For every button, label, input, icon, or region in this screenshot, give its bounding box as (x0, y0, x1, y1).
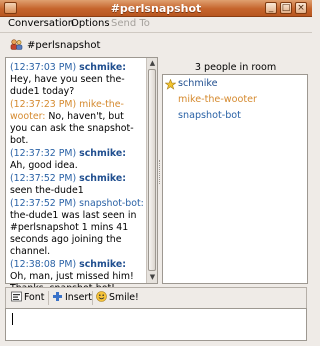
message-nick[interactable]: schmike: (79, 173, 126, 184)
menu-options[interactable]: Options (71, 18, 110, 29)
user-name: schmike (178, 78, 218, 89)
toolbar-separator (92, 291, 93, 305)
chat-message: (12:37:52 PM) schmike: seen the-dude1 (10, 173, 144, 197)
smile-button[interactable]: Smile! (96, 291, 139, 306)
message-text: the-dude1 was last seen in #perlsnapshot… (10, 210, 137, 257)
message-log: (12:37:03 PM) schmike: Hey, have you see… (10, 62, 144, 296)
user-list-item[interactable]: schmike (163, 78, 303, 91)
people-count-label: 3 people in room (194, 62, 277, 73)
message-text: Ah, good idea. (10, 160, 78, 171)
message-nick[interactable]: schmike: (79, 148, 126, 159)
message-nick[interactable]: schmike: (79, 62, 126, 73)
message-nick[interactable]: schmike: (79, 259, 126, 270)
scroll-up-icon[interactable]: ▲ (148, 59, 157, 68)
op-star-icon (165, 79, 176, 90)
chat-message: (12:37:03 PM) schmike: Hey, have you see… (10, 62, 144, 98)
insert-button-label: Insert (65, 292, 92, 303)
room-title: #perlsnapshot (27, 40, 101, 51)
user-name: snapshot-bot (178, 110, 241, 121)
plus-icon (53, 292, 62, 301)
menu-send-to: Send To (111, 18, 150, 29)
chat-message: (12:37:52 PM) snapshot-bot: the-dude1 wa… (10, 198, 144, 258)
insert-button[interactable]: Insert (52, 291, 92, 306)
conversation-view[interactable]: (12:37:03 PM) schmike: Hey, have you see… (5, 57, 158, 294)
font-icon (11, 291, 22, 302)
user-list-item[interactable]: mike-the-wooter (163, 94, 303, 107)
message-input[interactable] (6, 309, 306, 340)
message-timestamp: (12:37:23 PM) (10, 99, 77, 110)
smiley-icon (96, 291, 107, 302)
font-button[interactable]: Font (11, 291, 44, 306)
close-button[interactable]: × (295, 2, 307, 14)
format-toolbar: Font Insert Smile! (5, 287, 307, 308)
message-timestamp: (12:37:52 PM) (10, 173, 77, 184)
minimize-button[interactable]: _ (265, 2, 277, 14)
scroll-down-icon[interactable]: ▼ (148, 273, 157, 282)
message-timestamp: (12:37:52 PM) (10, 198, 77, 209)
menu-separator (0, 32, 312, 33)
pane-resize-handle[interactable] (159, 160, 161, 184)
font-button-label: Font (24, 292, 45, 303)
message-text: Hey, have you seen the-dude1 today? (10, 74, 125, 97)
menu-bar: Conversation Options Send To (0, 17, 312, 32)
user-name: mike-the-wooter (178, 94, 257, 105)
menu-conversation[interactable]: Conversation (8, 18, 74, 29)
text-caret (12, 313, 13, 325)
toolbar-separator (48, 291, 49, 305)
message-timestamp: (12:38:08 PM) (10, 259, 77, 270)
message-timestamp: (12:37:32 PM) (10, 148, 77, 159)
maximize-button[interactable]: □ (280, 2, 292, 14)
chat-room-icon (10, 39, 23, 50)
title-bar[interactable]: #perlsnapshot _ □ × (0, 0, 312, 17)
smile-button-label: Smile! (109, 292, 139, 303)
user-list[interactable]: schmike mike-the-wooter snapshot-bot (162, 74, 308, 284)
chat-message: (12:37:32 PM) schmike: Ah, good idea. (10, 148, 144, 172)
conversation-scrollbar[interactable]: ▲ ▼ (146, 58, 157, 283)
message-timestamp: (12:37:03 PM) (10, 62, 77, 73)
user-list-item[interactable]: snapshot-bot (163, 110, 303, 123)
scrollbar-thumb[interactable] (148, 69, 156, 271)
chat-message: (12:37:23 PM) mike-the-wooter: No, haven… (10, 99, 144, 147)
message-input-box[interactable] (5, 308, 307, 341)
message-nick[interactable]: snapshot-bot: (79, 198, 144, 209)
message-text: seen the-dude1 (10, 185, 84, 196)
